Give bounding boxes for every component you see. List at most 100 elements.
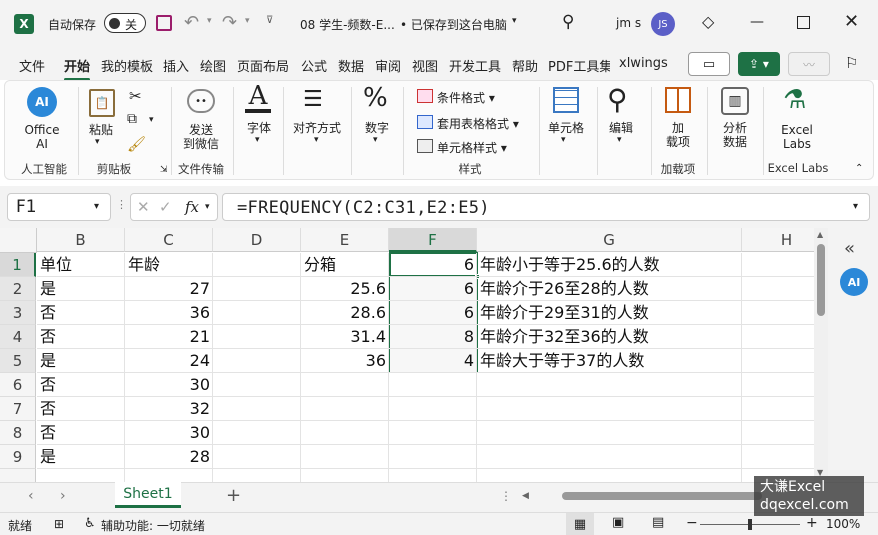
tab-insert[interactable]: 插入 xyxy=(163,56,189,75)
share-button[interactable]: ⇪ ▾ xyxy=(738,52,780,76)
select-all-corner[interactable] xyxy=(0,228,37,253)
zoom-out-icon[interactable]: − xyxy=(686,515,698,531)
add-sheet-icon[interactable]: + xyxy=(226,485,241,506)
cell-E1[interactable]: 分箱 xyxy=(301,253,389,277)
scroll-left-icon[interactable]: ◀ xyxy=(522,491,529,501)
normal-view-icon[interactable]: ▦ xyxy=(566,513,594,535)
cell-B5[interactable]: 是 xyxy=(37,349,125,373)
comments-button[interactable]: ▭ xyxy=(688,52,730,76)
cancel-formula-icon[interactable]: ✕ xyxy=(137,198,150,216)
font-button[interactable]: 字体 xyxy=(241,121,277,135)
cell-B6[interactable]: 否 xyxy=(37,373,125,397)
cell-style-button[interactable]: 单元格样式 ▾ xyxy=(437,139,507,156)
column-header-b[interactable]: B xyxy=(37,228,125,252)
cell-H9[interactable] xyxy=(742,445,814,469)
search-icon[interactable]: ⚲ xyxy=(562,12,574,32)
collapse-pane-icon[interactable]: « xyxy=(844,238,855,259)
tab-my-templates[interactable]: 我的模板 xyxy=(101,56,153,75)
tab-pdf-tools[interactable]: PDF工具集 xyxy=(548,56,610,75)
cell-E4[interactable]: 31.4 xyxy=(301,325,389,349)
cell-B7[interactable]: 否 xyxy=(37,397,125,421)
cell-G4[interactable]: 年龄介于32至36的人数 xyxy=(477,325,742,349)
cell-C9[interactable]: 28 xyxy=(125,445,213,469)
cell-E7[interactable] xyxy=(301,397,389,421)
cell-C3[interactable]: 36 xyxy=(125,301,213,325)
zoom-slider[interactable] xyxy=(700,519,800,530)
alignment-dropdown-icon[interactable]: ▾ xyxy=(314,135,319,145)
row-header[interactable]: 4 xyxy=(0,325,36,349)
cell-F9[interactable] xyxy=(389,445,477,469)
editing-button[interactable]: 编辑 xyxy=(603,121,639,135)
close-icon[interactable]: ✕ xyxy=(844,11,859,32)
office-ai-side-icon[interactable]: AI xyxy=(840,268,868,296)
horizontal-scrollbar[interactable] xyxy=(562,492,762,500)
cell-F5[interactable]: 4 xyxy=(389,349,477,373)
macro-record-icon[interactable]: ⊞ xyxy=(54,517,64,531)
cell-D2[interactable] xyxy=(213,277,301,301)
row-header[interactable]: 5 xyxy=(0,349,36,373)
tab-split-icon[interactable]: ⋮ xyxy=(500,489,512,503)
cell-F2[interactable]: 6 xyxy=(389,277,477,301)
alignment-button[interactable]: 对齐方式 xyxy=(289,121,345,135)
cell-H1[interactable] xyxy=(742,253,814,277)
cell-G1[interactable]: 年龄小于等于25.6的人数 xyxy=(477,253,742,277)
column-header-d[interactable]: D xyxy=(213,228,301,252)
analyze-data-button[interactable]: 分析 数据 xyxy=(715,121,755,149)
cell-H2[interactable] xyxy=(742,277,814,301)
cell-D6[interactable] xyxy=(213,373,301,397)
tab-xlwings[interactable]: xlwings xyxy=(619,56,668,71)
cell-E5[interactable]: 36 xyxy=(301,349,389,373)
paste-dropdown-icon[interactable]: ▾ xyxy=(95,137,100,147)
formula-input[interactable]: =FREQUENCY(C2:C31,E2:E5) ▾ xyxy=(222,193,870,221)
cell-C6[interactable]: 30 xyxy=(125,373,213,397)
zoom-slider-thumb[interactable] xyxy=(748,519,752,530)
diamond-icon[interactable]: ◇ xyxy=(702,12,714,31)
cell-D5[interactable] xyxy=(213,349,301,373)
addins-button[interactable]: 加载项 xyxy=(659,121,697,149)
cell-G3[interactable]: 年龄介于29至31的人数 xyxy=(477,301,742,325)
tab-file[interactable]: 文件 xyxy=(19,56,45,75)
row-header[interactable]: 3 xyxy=(0,301,36,325)
tab-page-layout[interactable]: 页面布局 xyxy=(237,56,289,75)
cell-E6[interactable] xyxy=(301,373,389,397)
row-header-partial[interactable] xyxy=(0,469,36,482)
tab-data[interactable]: 数据 xyxy=(338,56,364,75)
cell-F4[interactable]: 8 xyxy=(389,325,477,349)
tab-review[interactable]: 审阅 xyxy=(375,56,401,75)
format-painter-icon[interactable]: 🖌 xyxy=(127,135,146,153)
number-button[interactable]: 数字 xyxy=(359,121,395,135)
prev-sheet-icon[interactable]: ‹ xyxy=(28,488,34,504)
cells-dropdown-icon[interactable]: ▾ xyxy=(561,135,566,145)
expand-formula-icon[interactable]: ▾ xyxy=(853,201,858,212)
cell-H7[interactable] xyxy=(742,397,814,421)
cell-B2[interactable]: 是 xyxy=(37,277,125,301)
save-icon[interactable] xyxy=(156,15,172,31)
cell-C5[interactable]: 24 xyxy=(125,349,213,373)
redo-icon[interactable]: ↷ xyxy=(222,12,237,33)
copy-dropdown-icon[interactable]: ▾ xyxy=(149,115,154,125)
table-format-button[interactable]: 套用表格格式 ▾ xyxy=(437,115,519,132)
cell-D1[interactable] xyxy=(213,253,301,277)
column-header-g[interactable]: G xyxy=(477,228,742,252)
row-header[interactable]: 7 xyxy=(0,397,36,421)
cell-B3[interactable]: 否 xyxy=(37,301,125,325)
undo-icon[interactable]: ↶ xyxy=(184,12,199,33)
cell-B9[interactable]: 是 xyxy=(37,445,125,469)
zoom-level[interactable]: 100% xyxy=(826,517,860,531)
editing-dropdown-icon[interactable]: ▾ xyxy=(617,135,622,145)
feedback-icon[interactable]: ⚐ xyxy=(845,54,858,72)
title-dropdown-icon[interactable]: ▾ xyxy=(512,16,517,26)
cell-C2[interactable]: 27 xyxy=(125,277,213,301)
cell-E9[interactable] xyxy=(301,445,389,469)
cells-button[interactable]: 单元格 xyxy=(543,121,589,135)
name-box-dropdown-icon[interactable]: ▾ xyxy=(94,201,99,212)
name-box[interactable]: F1 ▾ xyxy=(7,193,111,221)
row-header[interactable]: 2 xyxy=(0,277,36,301)
maximize-icon[interactable] xyxy=(797,16,810,29)
cut-icon[interactable]: ✂ xyxy=(129,87,142,105)
cell-D7[interactable] xyxy=(213,397,301,421)
cell-B1[interactable]: 单位 xyxy=(37,253,125,277)
tab-draw[interactable]: 绘图 xyxy=(200,56,226,75)
send-wechat-button[interactable]: 发送 到微信 xyxy=(177,123,225,151)
copy-icon[interactable]: ⧉ xyxy=(127,111,137,127)
